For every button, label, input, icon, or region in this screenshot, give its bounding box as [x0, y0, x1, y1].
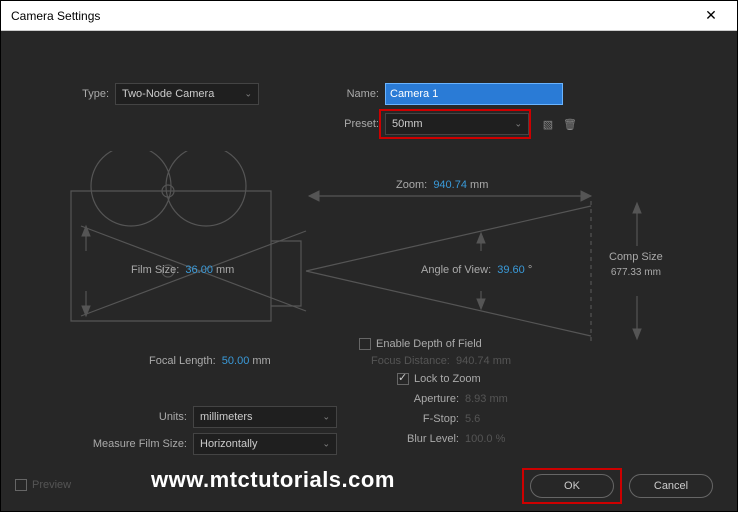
highlight-ok: [522, 468, 622, 504]
type-dropdown[interactable]: Two-Node Camera ⌄: [115, 83, 259, 105]
focusdist-unit: mm: [493, 355, 511, 367]
dialog-content: Type: Two-Node Camera ⌄ Name: Camera 1 P…: [1, 31, 737, 511]
lock-to-zoom-checkbox[interactable]: [397, 373, 409, 385]
delete-preset-button[interactable]: 🗑: [559, 113, 581, 135]
compsize-label: Comp Size: [609, 251, 663, 263]
trash-icon: 🗑: [563, 118, 577, 131]
measure-film-size-dropdown[interactable]: Horizontally ⌄: [193, 433, 337, 455]
camera-diagram: Zoom: 940.74 mm Film Size: 36.00 mm Angl…: [51, 151, 691, 351]
name-value: Camera 1: [390, 88, 438, 100]
close-button[interactable]: ✕: [691, 2, 731, 30]
fstop-label: F-Stop:: [401, 413, 459, 425]
chevron-down-icon: ⌄: [244, 89, 252, 100]
highlight-preset: [379, 109, 531, 139]
focallength-value[interactable]: 50.00: [222, 355, 250, 367]
zoom-value[interactable]: 940.74: [433, 179, 467, 191]
preview-checkbox[interactable]: [15, 479, 27, 491]
filmsize-unit: mm: [216, 264, 234, 276]
name-input[interactable]: Camera 1: [385, 83, 563, 105]
preset-label: Preset:: [341, 118, 379, 130]
focallength-unit: mm: [252, 355, 270, 367]
enable-dof-label: Enable Depth of Field: [376, 338, 482, 350]
blurlevel-label: Blur Level:: [401, 433, 459, 445]
type-label: Type:: [71, 88, 109, 100]
camera-settings-window: Camera Settings ✕ Type: Two-Node Camera …: [0, 0, 738, 512]
units-label: Units:: [109, 411, 187, 423]
aperture-label: Aperture:: [401, 393, 459, 405]
cancel-label: Cancel: [654, 480, 688, 492]
focallength-label: Focal Length:: [149, 355, 216, 367]
titlebar: Camera Settings ✕: [1, 1, 737, 31]
zoom-unit: mm: [470, 179, 488, 191]
chevron-down-icon: ⌄: [322, 412, 330, 423]
lock-to-zoom-label: Lock to Zoom: [414, 373, 481, 385]
blurlevel-value: 100.0: [465, 433, 493, 445]
enable-dof-checkbox[interactable]: [359, 338, 371, 350]
save-icon: ▧: [543, 118, 553, 131]
aperture-unit: mm: [489, 393, 507, 405]
save-preset-button[interactable]: ▧: [537, 113, 559, 135]
fstop-value: 5.6: [465, 413, 480, 425]
preview-label: Preview: [32, 479, 71, 491]
close-icon: ✕: [705, 7, 717, 24]
units-value: millimeters: [200, 411, 253, 423]
focusdist-value: 940.74: [456, 355, 490, 367]
chevron-down-icon: ⌄: [322, 439, 330, 450]
diagram-svg: [51, 151, 691, 351]
measure-film-size-value: Horizontally: [200, 438, 257, 450]
measure-film-size-label: Measure Film Size:: [61, 438, 187, 450]
aov-value[interactable]: 39.60: [497, 264, 525, 276]
aov-unit: °: [528, 264, 532, 276]
window-title: Camera Settings: [11, 9, 100, 23]
name-label: Name:: [341, 88, 379, 100]
filmsize-label: Film Size:: [131, 264, 179, 276]
filmsize-value[interactable]: 36.00: [185, 264, 213, 276]
focusdist-label: Focus Distance:: [371, 355, 450, 367]
compsize-value: 677.33 mm: [611, 267, 661, 278]
aperture-value: 8.93: [465, 393, 486, 405]
watermark-text: www.mtctutorials.com: [151, 467, 395, 493]
aov-label: Angle of View:: [421, 264, 491, 276]
zoom-label: Zoom:: [396, 179, 427, 191]
cancel-button[interactable]: Cancel: [629, 474, 713, 498]
units-dropdown[interactable]: millimeters ⌄: [193, 406, 337, 428]
type-value: Two-Node Camera: [122, 88, 214, 100]
blurlevel-unit: %: [496, 433, 506, 445]
